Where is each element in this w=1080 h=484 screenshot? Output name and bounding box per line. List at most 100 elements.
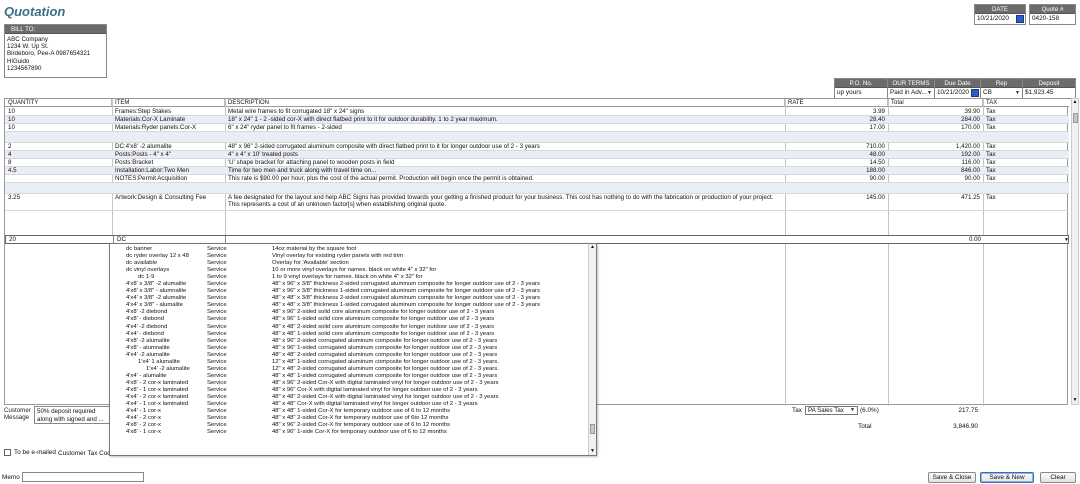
cell-total[interactable]: 284.00: [888, 116, 983, 124]
dropdown-item[interactable]: 4'x8' - alumnalite Service 48" x 96" 1-sid…: [110, 345, 588, 352]
cell-item[interactable]: Artwork:Design & Consulting Fee: [112, 194, 225, 211]
dropdown-item[interactable]: 4'x8' x 3/8" - alumnalite Service 48" x 96…: [110, 288, 588, 295]
table-row[interactable]: NOTES:Permit Acquisition This rate is $90…: [5, 175, 1069, 183]
rep-select[interactable]: CB ▼: [981, 88, 1022, 98]
cell-total[interactable]: 39.90: [888, 108, 983, 116]
cell-tax[interactable]: Tax: [983, 194, 1069, 211]
to-be-emailed[interactable]: To be e-mailed: [4, 449, 56, 456]
dropdown-item[interactable]: 4'x4' x 3/8" -2 alumalite Service 48" x 48…: [110, 295, 588, 302]
cell-rate[interactable]: [785, 183, 888, 194]
cell-item[interactable]: Materials:Cor-X Laminate: [112, 116, 225, 124]
dropdown-item[interactable]: 4'x4' - 1 cor-x Service 48" x 48" 1-sided …: [110, 408, 588, 415]
cell-description[interactable]: 18" x 24" 1 - 2 -sided cor-X with direct…: [225, 116, 785, 124]
cell-quantity[interactable]: 10: [5, 108, 112, 116]
dropdown-item[interactable]: 4'x8' -2 diebond Service 48" x 96" 2-sided…: [110, 309, 588, 316]
cell-tax[interactable]: Tax: [983, 159, 1069, 167]
dropdown-item[interactable]: 4'x4' - alumalite Service 48" x 48" 1-side…: [110, 373, 588, 380]
cell-quantity[interactable]: [5, 183, 112, 194]
dropdown-item[interactable]: 4'x4' x 3/8" - alumalite Service 48" x 48"…: [110, 302, 588, 309]
dropdown-item[interactable]: dc vinyl overlays Service 10 or more vinyl…: [110, 267, 588, 274]
dropdown-item[interactable]: dc available Service Overlay for 'Availabl…: [110, 260, 588, 267]
cell-item[interactable]: Posts:Bracket: [112, 159, 225, 167]
scroll-down-icon[interactable]: ▼: [589, 448, 596, 455]
cell-total[interactable]: 170.00: [888, 124, 983, 132]
dropdown-item[interactable]: dc ryder overlay 12 x 48 Service Vinyl ove…: [110, 253, 588, 260]
email-checkbox[interactable]: [4, 449, 11, 456]
cell-rate[interactable]: 48.00: [785, 151, 888, 159]
cell-total[interactable]: 1,420.00: [888, 143, 983, 151]
cell-quantity[interactable]: 8: [5, 159, 112, 167]
cell-item[interactable]: Installation:Labor:Two Men: [112, 167, 225, 175]
cell-item[interactable]: Frames:Step Stakes: [112, 108, 225, 116]
po-number-field[interactable]: up yours: [835, 88, 887, 98]
cell-description[interactable]: Time for two men and truck along with tr…: [225, 167, 785, 175]
save-new-button[interactable]: Save & New: [980, 472, 1034, 483]
dropdown-item[interactable]: 4'x8' - 2 cor-x laminated Service 48" x 96…: [110, 380, 588, 387]
cell-rate[interactable]: [785, 132, 888, 143]
cell-rate[interactable]: 28.40: [785, 116, 888, 124]
column-header-description[interactable]: DESCRIPTION: [225, 99, 785, 107]
cell-item[interactable]: [112, 132, 225, 143]
column-header-rate[interactable]: RATE: [785, 99, 888, 107]
scrollbar-thumb[interactable]: [1073, 113, 1078, 123]
cell-total[interactable]: 116.00: [888, 159, 983, 167]
cell-tax[interactable]: Tax: [983, 167, 1069, 175]
calendar-icon[interactable]: [971, 89, 979, 97]
cell-total[interactable]: [888, 132, 983, 143]
memo-input[interactable]: [22, 472, 144, 482]
cell-total[interactable]: 90.00: [888, 175, 983, 183]
cell-rate[interactable]: 3.99: [785, 108, 888, 116]
dropdown-item[interactable]: 4'x8' x 3/8" -2 alumalite Service 48" x 96…: [110, 281, 588, 288]
dropdown-item[interactable]: dc banner Service 14oz material by the squ…: [110, 246, 588, 253]
cell-total[interactable]: [888, 183, 983, 194]
cell-rate[interactable]: 145.00: [785, 194, 888, 211]
dropdown-item[interactable]: 4'x4' -2 diebond Service 48" x 48" 2-sided…: [110, 324, 588, 331]
dropdown-item[interactable]: 4'x4' - 2 cor-x laminated Service 48" x 48…: [110, 394, 588, 401]
table-row[interactable]: [5, 183, 1069, 194]
cell-tax[interactable]: Tax: [983, 175, 1069, 183]
cell-rate[interactable]: 710.00: [785, 143, 888, 151]
dropdown-item[interactable]: 4'x8' - diebond Service 48" x 96" 1-sided …: [110, 316, 588, 323]
dropdown-item[interactable]: 1'x4' -2 alumalite Service 12" x 48" 2-sid…: [110, 366, 588, 373]
cell-quantity[interactable]: [5, 175, 112, 183]
cell-quantity[interactable]: 10: [5, 116, 112, 124]
cell-quantity[interactable]: [5, 132, 112, 143]
cell-total[interactable]: 471.25: [888, 194, 983, 211]
table-row[interactable]: 4 Posts:Posts - 4" x 4" 4" x 4" x 10' trea…: [5, 151, 1069, 159]
table-row[interactable]: 10 Materials:Cor-X Laminate 18" x 24" 1 - …: [5, 116, 1069, 124]
cell-quantity[interactable]: 4: [5, 151, 112, 159]
save-close-button[interactable]: Save & Close: [928, 472, 976, 483]
dropdown-item[interactable]: 4'x8' - 1 cor-x laminated Service 48" x 96…: [110, 387, 588, 394]
cell-description[interactable]: 4" x 4" x 10' treated posts: [225, 151, 785, 159]
column-header-quantity[interactable]: QUANTITY: [5, 99, 112, 107]
cell-total[interactable]: 192.00: [888, 151, 983, 159]
item-dropdown-list[interactable]: dc banner Service 14oz material by the squ…: [109, 243, 597, 456]
calendar-icon[interactable]: [1016, 15, 1024, 23]
cell-description[interactable]: 48" x 96" 2-sided corrugated aluminum co…: [225, 143, 785, 151]
cell-description[interactable]: Metal wire frames to fit corrugated 18" …: [225, 108, 785, 116]
table-row[interactable]: 10 Materials:Ryder panels:Cor-X 6" x 24" r…: [5, 124, 1069, 132]
column-header-total[interactable]: Total: [888, 99, 983, 107]
table-row[interactable]: [5, 132, 1069, 143]
dropdown-item[interactable]: 4'x8' - 2 cor-x Service 48" x 96" 2-sided …: [110, 422, 588, 429]
cell-quantity[interactable]: 3.25: [5, 194, 112, 211]
chevron-down-icon[interactable]: ▼: [927, 88, 932, 98]
cell-item[interactable]: [112, 183, 225, 194]
scrollbar-thumb[interactable]: [590, 424, 595, 434]
cell-description[interactable]: A fee designated for the layout and help…: [225, 194, 785, 211]
column-header-tax[interactable]: TAX: [983, 99, 1069, 107]
cell-rate[interactable]: 90.00: [785, 175, 888, 183]
dropdown-item[interactable]: 4'x4' - 2 cor-x Service 48" x 48" 2-sided …: [110, 415, 588, 422]
dropdown-item[interactable]: 4'x8' -2 alumalite Service 48" x 96" 2-sid…: [110, 338, 588, 345]
customer-message-field[interactable]: 50% deposit required along with signed a…: [34, 406, 110, 424]
cell-tax[interactable]: Tax: [983, 151, 1069, 159]
table-row[interactable]: 4.5 Installation:Labor:Two Men Time for tw…: [5, 167, 1069, 175]
chevron-down-icon[interactable]: ▼: [1015, 88, 1020, 98]
cell-quantity[interactable]: 2: [5, 143, 112, 151]
cell-description[interactable]: [225, 132, 785, 143]
dropdown-item[interactable]: 4'x4' -2 alumalite Service 48" x 48" 2-sid…: [110, 352, 588, 359]
cell-tax[interactable]: [983, 132, 1069, 143]
cell-rate[interactable]: 188.00: [785, 167, 888, 175]
clear-button[interactable]: Clear: [1040, 472, 1076, 483]
cell-item[interactable]: DC:4'x8' -2 alumalite: [112, 143, 225, 151]
